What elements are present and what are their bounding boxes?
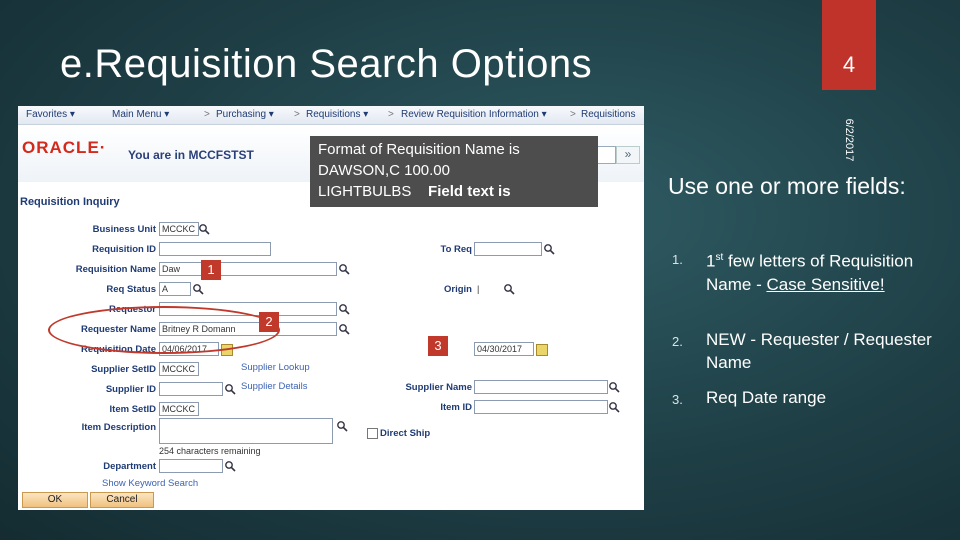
item-id-input[interactable]: [474, 400, 608, 414]
page-number-box: 4: [822, 0, 876, 90]
slide-title: e.Requisition Search Options: [60, 42, 593, 86]
item-id-label: Item ID: [440, 402, 472, 413]
supplier-details-link[interactable]: Supplier Details: [241, 381, 308, 392]
to-req-lookup-icon[interactable]: [543, 243, 555, 255]
origin-label: Origin: [444, 284, 472, 295]
origin-lookup-icon[interactable]: [503, 283, 515, 295]
requisition-id-input[interactable]: [159, 242, 271, 256]
nav-requisitions-current[interactable]: Requisitions: [581, 109, 635, 120]
nav-favorites[interactable]: Favorites ▾: [26, 109, 75, 120]
req-status-label: Req Status: [106, 284, 156, 295]
badge-3: 3: [428, 336, 448, 356]
page-title: Requisition Inquiry: [20, 196, 120, 208]
nav-main-menu[interactable]: Main Menu ▾: [112, 109, 169, 120]
badge-1: 1: [201, 260, 221, 280]
to-req-label: To Req: [440, 244, 473, 255]
to-req-input[interactable]: [474, 242, 542, 256]
supplier-id-lookup-icon[interactable]: [224, 383, 236, 395]
cancel-button[interactable]: Cancel: [90, 492, 154, 508]
breadcrumb-navbar: Favorites ▾ Main Menu ▾ > Purchasing ▾ >…: [18, 106, 644, 125]
item-id-lookup-icon[interactable]: [608, 401, 620, 413]
department-input[interactable]: [159, 459, 223, 473]
supplier-setid-input[interactable]: MCCKC: [159, 362, 199, 376]
nav-separator: >: [294, 109, 300, 120]
header-search-arrow-icon[interactable]: »: [616, 146, 640, 164]
tip-text: 1st few letters of Requisition Name - Ca…: [706, 246, 946, 296]
tip-number: 1.: [672, 252, 683, 267]
nav-separator: >: [204, 109, 210, 120]
item-description-textarea[interactable]: [159, 418, 333, 444]
department-lookup-icon[interactable]: [224, 460, 236, 472]
req-status-lookup-icon[interactable]: [192, 283, 204, 295]
item-setid-input[interactable]: MCCKC: [159, 402, 199, 416]
slide-date-text: 6/2/2017: [843, 118, 855, 162]
nav-review-requisition[interactable]: Review Requisition Information ▾: [401, 109, 547, 120]
supplier-id-input[interactable]: [159, 382, 223, 396]
characters-remaining: 254 characters remaining: [159, 446, 261, 456]
business-unit-input[interactable]: MCCKC: [159, 222, 199, 236]
direct-ship-label: Direct Ship: [380, 428, 431, 439]
item-description-lookup-icon[interactable]: [336, 420, 348, 432]
supplier-setid-label: Supplier SetID: [91, 364, 156, 375]
department-label: Department: [103, 461, 156, 472]
supplier-lookup-link[interactable]: Supplier Lookup: [241, 362, 310, 373]
ok-button[interactable]: OK: [22, 492, 88, 508]
nav-separator: >: [570, 109, 576, 120]
supplier-id-label: Supplier ID: [105, 384, 156, 395]
requester-highlight-oval: [48, 306, 280, 354]
supplier-name-label: Supplier Name: [405, 382, 472, 393]
business-unit-label: Business Unit: [92, 224, 156, 235]
requisition-name-label: Requisition Name: [75, 264, 156, 275]
req-status-input[interactable]: A: [159, 282, 191, 296]
page-number: 4: [842, 52, 856, 77]
callout-line: Format of Requisition Name is: [318, 141, 520, 158]
requisition-id-label: Requisition ID: [92, 244, 156, 255]
slide-date: 6/2/2017: [822, 112, 876, 172]
supplier-name-input[interactable]: [474, 380, 608, 394]
origin-input[interactable]: |: [474, 282, 500, 296]
tip-underlined-text: Case Sensitive!: [766, 274, 885, 294]
oracle-logo: ORACLE·: [22, 138, 107, 157]
search-tips-panel: Use one or more fields: 1. 1st few lette…: [668, 170, 948, 407]
calendar-to-icon[interactable]: [536, 344, 548, 356]
item-description-label: Item Description: [81, 422, 156, 433]
tip-number: 2.: [672, 334, 683, 349]
tip-text: NEW - Requester / Requester Name: [706, 330, 932, 372]
tip-number: 3.: [672, 392, 683, 407]
tip-text: Req Date range: [706, 388, 827, 407]
requester-name-lookup-icon[interactable]: [338, 323, 350, 335]
requisition-name-format-callout: Format of Requisition Name is DAWSON,C 1…: [310, 136, 598, 207]
callout-text: LIGHTBULBS: [318, 183, 412, 200]
callout-line: DAWSON,C 100.00: [318, 162, 450, 179]
tips-heading: Use one or more fields:: [668, 173, 906, 199]
environment-label: You are in MCCFSTST: [128, 148, 254, 162]
nav-separator: >: [388, 109, 394, 120]
requisition-date-to-input[interactable]: 04/30/2017: [474, 342, 534, 356]
nav-requisitions[interactable]: Requisitions ▾: [306, 109, 368, 120]
callout-line: LIGHTBULBS Field text is: [318, 181, 590, 202]
nav-purchasing[interactable]: Purchasing ▾: [216, 109, 274, 120]
callout-bold-text: Field text is: [428, 183, 511, 200]
business-unit-lookup-icon[interactable]: [198, 223, 210, 235]
requisition-name-input[interactable]: Daw: [159, 262, 337, 276]
direct-ship-checkbox[interactable]: [367, 428, 378, 439]
supplier-name-lookup-icon[interactable]: [608, 381, 620, 393]
badge-2: 2: [259, 312, 279, 332]
item-setid-label: Item SetID: [109, 404, 156, 415]
show-keyword-search-link[interactable]: Show Keyword Search: [102, 478, 198, 489]
requestor-lookup-icon[interactable]: [338, 303, 350, 315]
requisition-name-lookup-icon[interactable]: [338, 263, 350, 275]
